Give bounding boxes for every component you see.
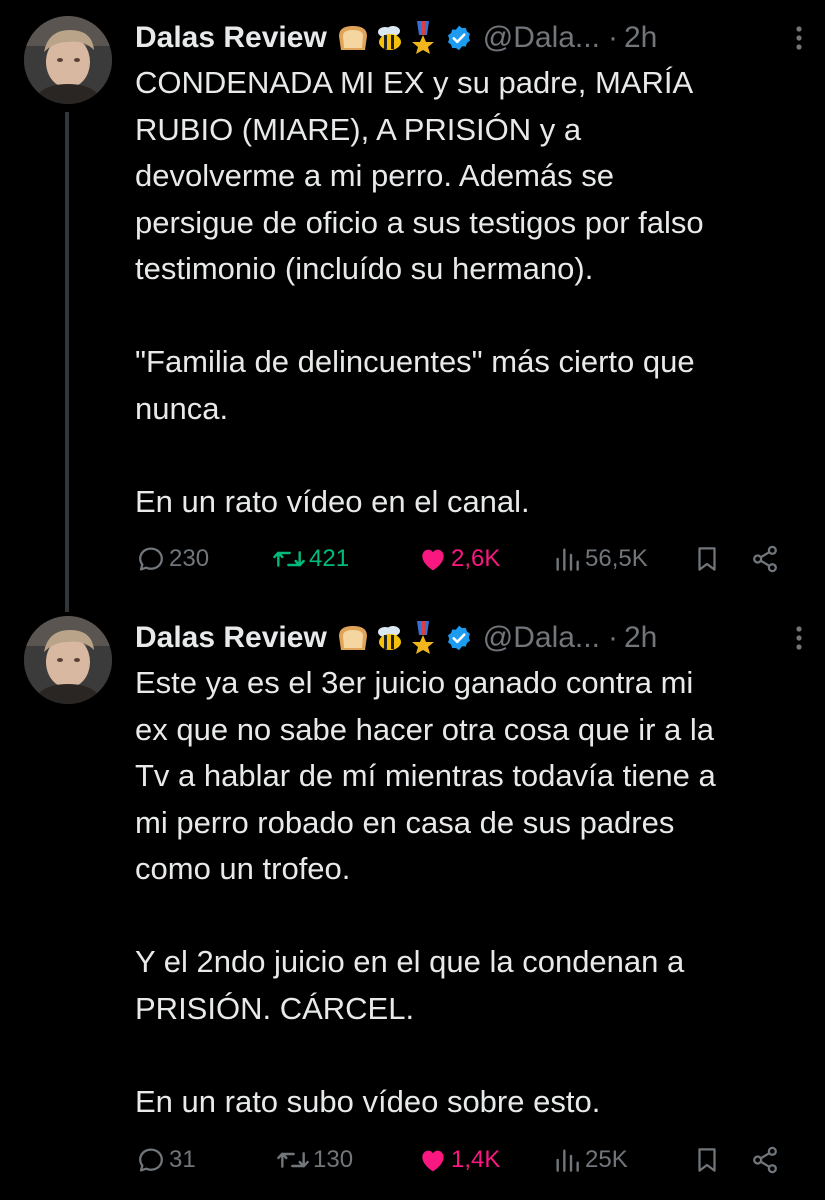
retweet-icon bbox=[277, 1152, 309, 1168]
retweet-count: 421 bbox=[309, 545, 350, 572]
action-bar: 31 130 1,4K 25K bbox=[135, 1140, 790, 1180]
share-icon bbox=[753, 545, 777, 573]
avatar[interactable] bbox=[24, 16, 112, 104]
retweet-button[interactable]: 130 bbox=[275, 1140, 353, 1180]
bookmark-button[interactable] bbox=[692, 1140, 722, 1180]
text-line: Tv a hablar de mí mientras todavía tiene… bbox=[135, 758, 716, 793]
view-count: 56,5K bbox=[585, 545, 648, 572]
avatar-photo bbox=[24, 616, 112, 704]
bookmark-icon bbox=[698, 1148, 716, 1172]
paragraph-break bbox=[135, 1032, 810, 1079]
reply-count: 31 bbox=[169, 1146, 196, 1173]
heart-filled-icon bbox=[422, 1150, 444, 1172]
medal-emoji-icon bbox=[411, 621, 434, 654]
like-count: 1,4K bbox=[451, 1146, 501, 1173]
tweet-text: CONDENADA MI EX y su padre, MARÍA RUBIO … bbox=[135, 60, 810, 525]
timestamp[interactable]: 2h bbox=[624, 621, 657, 655]
text-line: nunca. bbox=[135, 390, 229, 426]
text-line: "Familia de delincuentes" más cierto que bbox=[135, 344, 695, 379]
text-line: persigue de oficio a sus testigos por fa… bbox=[135, 204, 704, 240]
more-options-icon[interactable] bbox=[793, 624, 805, 652]
share-button[interactable] bbox=[749, 1140, 781, 1180]
text-line: Y el 2ndo juicio en el que la condenan a bbox=[135, 944, 685, 979]
timestamp[interactable]: 2h bbox=[624, 21, 657, 55]
share-icon bbox=[753, 1146, 777, 1174]
bee-emoji-icon bbox=[377, 26, 401, 50]
author-handle[interactable]: @Dala... bbox=[483, 621, 600, 655]
like-count: 2,6K bbox=[451, 545, 501, 572]
reply-count: 230 bbox=[169, 545, 210, 572]
bread-emoji-icon bbox=[338, 626, 367, 650]
name-emojis bbox=[335, 21, 437, 55]
reply-button[interactable]: 31 bbox=[135, 1140, 196, 1180]
reply-icon bbox=[139, 1148, 163, 1172]
retweet-count: 130 bbox=[313, 1146, 354, 1173]
paragraph-break bbox=[135, 893, 810, 940]
tweet[interactable]: Dalas Review bbox=[0, 0, 825, 612]
text-line: Este ya es el 3er juicio ganado contra m… bbox=[135, 665, 694, 700]
text-line: RUBIO (MIARE), A PRISIÓN y a bbox=[135, 111, 582, 147]
text-line: CONDENADA MI EX y su padre, MARÍA bbox=[135, 65, 694, 100]
tweet-text: Este ya es el 3er juicio ganado contra m… bbox=[135, 660, 810, 1125]
views-chart-icon bbox=[556, 1149, 579, 1172]
heart-filled-icon bbox=[422, 549, 444, 571]
view-count: 25K bbox=[585, 1146, 628, 1173]
like-button[interactable]: 1,4K bbox=[417, 1140, 500, 1180]
bee-emoji-icon bbox=[377, 626, 401, 650]
author-name[interactable]: Dalas Review bbox=[135, 621, 327, 655]
bookmark-button[interactable] bbox=[692, 539, 722, 579]
name-emojis bbox=[335, 621, 437, 655]
tweet-header: Dalas Review @Dala... · 2h bbox=[135, 16, 805, 60]
author-name[interactable]: Dalas Review bbox=[135, 21, 327, 55]
reply-button[interactable]: 230 bbox=[135, 539, 209, 579]
thread-connector-line bbox=[65, 112, 69, 612]
text-line: En un rato subo vídeo sobre esto. bbox=[135, 1083, 601, 1119]
text-line: devolverme a mi perro. Además se bbox=[135, 158, 614, 193]
text-line: En un rato vídeo en el canal. bbox=[135, 483, 530, 519]
medal-emoji-icon bbox=[411, 21, 434, 54]
avatar-photo bbox=[24, 16, 112, 104]
text-line: como un trofeo. bbox=[135, 851, 351, 886]
more-options-icon[interactable] bbox=[793, 24, 805, 52]
like-button[interactable]: 2,6K bbox=[417, 539, 500, 579]
text-line: ex que no sabe hacer otra cosa que ir a … bbox=[135, 711, 715, 747]
verified-badge-icon bbox=[445, 24, 473, 52]
text-line: PRISIÓN. CÁRCEL. bbox=[135, 990, 415, 1026]
bread-emoji-icon bbox=[338, 26, 367, 50]
avatar[interactable] bbox=[24, 616, 112, 704]
views-chart-icon bbox=[556, 548, 579, 571]
action-bar: 230 421 2,6K 56,5K bbox=[135, 539, 790, 579]
separator-dot: · bbox=[607, 21, 618, 54]
views-button[interactable]: 25K bbox=[551, 1140, 628, 1180]
retweet-icon bbox=[273, 551, 305, 567]
bookmark-icon bbox=[698, 547, 716, 571]
text-line: testimonio (incluído su hermano). bbox=[135, 251, 594, 286]
tweet-header: Dalas Review @Dala... · 2h bbox=[135, 616, 805, 660]
author-handle[interactable]: @Dala... bbox=[483, 21, 600, 55]
retweet-button[interactable]: 421 bbox=[271, 539, 349, 579]
text-line: mi perro robado en casa de sus padres bbox=[135, 804, 675, 840]
reply-icon bbox=[139, 547, 163, 571]
verified-badge-icon bbox=[445, 624, 473, 652]
views-button[interactable]: 56,5K bbox=[551, 539, 648, 579]
share-button[interactable] bbox=[749, 539, 781, 579]
paragraph-break bbox=[135, 432, 810, 479]
tweet[interactable]: Dalas Review bbox=[0, 600, 825, 1200]
paragraph-break bbox=[135, 293, 810, 340]
separator-dot: · bbox=[607, 621, 618, 654]
